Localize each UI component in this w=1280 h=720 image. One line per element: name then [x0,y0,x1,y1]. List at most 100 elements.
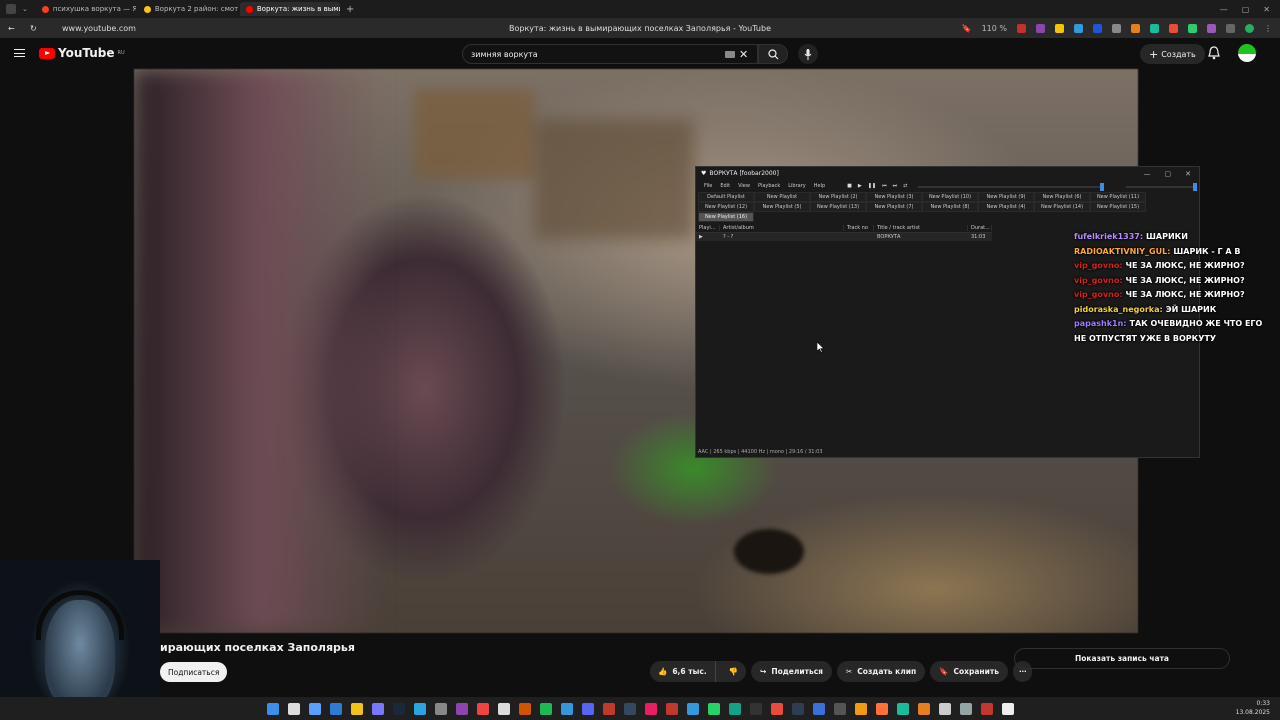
voice-search-button[interactable] [798,44,818,64]
app-icon[interactable] [455,702,468,715]
extension-icon[interactable] [1169,23,1178,33]
maximize-icon[interactable]: ▢ [1242,5,1250,14]
browser-menu-icon[interactable] [6,4,16,14]
app-icon[interactable] [602,702,615,715]
playlist-tab[interactable]: New Playlist (9) [978,192,1034,202]
playlist-tab[interactable]: New Playlist (2) [810,192,866,202]
seek-handle[interactable] [1100,183,1104,191]
extension-icon[interactable] [1207,23,1216,33]
windows-start-icon[interactable] [266,702,279,715]
app-icon[interactable] [896,702,909,715]
random-icon[interactable]: ⇄ [903,183,907,189]
steam-icon[interactable] [392,702,405,715]
new-tab-button[interactable]: + [346,4,354,15]
widgets-icon[interactable] [329,702,342,715]
volume-handle[interactable] [1193,183,1197,191]
more-icon[interactable]: ⋮ [1264,24,1272,33]
minimize-icon[interactable]: — [1220,5,1228,14]
app-icon[interactable] [1001,702,1014,715]
app-icon[interactable] [917,702,930,715]
close-window-icon[interactable]: ✕ [1263,5,1270,14]
clip-button[interactable]: ✂ Создать клип [837,661,926,682]
zoom-level[interactable]: 110 % [982,24,1007,33]
app-icon[interactable] [938,702,951,715]
task-view-icon[interactable] [308,702,321,715]
foobar-menu-edit[interactable]: Edit [720,183,730,189]
show-chat-replay-button[interactable]: Показать запись чата [1014,648,1230,669]
app-icon[interactable] [812,702,825,715]
playlist-tab[interactable]: New Playlist (13) [810,202,866,212]
playlist-tab[interactable]: Default Playlist [698,192,754,202]
browser-tab[interactable]: Воркута: жизнь в выми [239,2,340,16]
playlist-tab[interactable]: New Playlist (7) [866,202,922,212]
discord-icon[interactable] [581,702,594,715]
app-icon[interactable] [434,702,447,715]
dislike-button[interactable]: 👎 [721,667,746,676]
spotify-icon[interactable] [539,702,552,715]
seek-bar[interactable] [918,183,1104,191]
search-icon[interactable] [287,702,300,715]
column-header[interactable]: Durat... [968,224,992,231]
app-icon[interactable] [518,702,531,715]
foobar-menu-playback[interactable]: Playback [758,183,780,189]
share-button[interactable]: ↪ Поделиться [751,661,832,682]
foobar-maximize-icon[interactable]: ▢ [1165,170,1172,178]
extension-icon[interactable] [1093,23,1102,33]
playlist-tab[interactable]: New Playlist (10) [922,192,978,202]
foobar-menu-help[interactable]: Help [814,183,825,189]
extension-icon[interactable] [1055,23,1064,33]
stop-icon[interactable]: ■ [847,183,852,189]
foobar-menu-library[interactable]: Library [788,183,805,189]
keyboard-icon[interactable] [725,50,735,58]
app-icon[interactable] [833,702,846,715]
volume-bar[interactable] [1126,183,1197,191]
app-icon[interactable] [980,702,993,715]
app-icon[interactable] [728,702,741,715]
pause-icon[interactable]: ❚❚ [868,183,876,189]
playlist-tab[interactable]: New Playlist (4) [978,202,1034,212]
foobar-minimize-icon[interactable]: — [1144,170,1151,178]
url-field[interactable]: www.youtube.com [62,24,136,33]
app-icon[interactable] [791,702,804,715]
extension-icon[interactable] [1112,23,1121,33]
extension-icon[interactable] [1036,23,1045,33]
guide-menu-icon[interactable] [14,49,25,57]
bookmark-icon[interactable]: 🔖 [962,24,972,33]
app-icon[interactable] [959,702,972,715]
extensions-icon[interactable] [1226,23,1235,33]
app-icon[interactable] [686,702,699,715]
app-icon[interactable] [854,702,867,715]
extension-icon[interactable] [1150,23,1159,33]
column-header[interactable]: Track no [844,224,874,231]
foobar-title-bar[interactable]: ♥ ВОРКУТА [foobar2000] — ▢ ✕ [696,167,1199,180]
app-icon[interactable] [371,702,384,715]
next-icon[interactable]: ⏭ [893,183,898,189]
play-icon[interactable]: ▶ [858,183,862,189]
youtube-logo[interactable]: YouTube RU [39,46,125,60]
like-button[interactable]: 👍 6,6 тыс. [650,661,716,682]
music-icon[interactable] [644,702,657,715]
save-button[interactable]: 🔖 Сохранить [930,661,1008,682]
column-header[interactable]: Playi... [696,224,720,231]
clear-search-icon[interactable]: ✕ [739,48,748,61]
create-button[interactable]: + Создать [1140,44,1205,64]
profile-icon[interactable] [1245,23,1254,33]
app-icon[interactable] [560,702,573,715]
back-icon[interactable]: ← [8,24,15,33]
column-header[interactable]: Artist/album [720,224,844,231]
foobar-menu-view[interactable]: View [738,183,750,189]
playlist-row[interactable]: ▶ ? - ? ВОРКУТА 31:03 [696,233,992,241]
tabs-dropdown-icon[interactable]: ⌄ [22,5,28,13]
subscribe-button[interactable]: Подписаться [160,662,228,682]
store-icon[interactable] [497,702,510,715]
file-explorer-icon[interactable] [350,702,363,715]
playlist-tab[interactable]: New Playlist (16) [698,212,754,222]
playlist-tab[interactable]: New Playlist (5) [754,202,810,212]
app-icon[interactable] [623,702,636,715]
whatsapp-icon[interactable] [707,702,720,715]
reload-icon[interactable]: ↻ [30,24,37,33]
playlist-tab[interactable]: New Playlist (15) [1090,202,1146,212]
column-header[interactable]: Title / track artist [874,224,968,231]
taskbar-clock[interactable]: 0:33 13.08.2025 [1236,699,1270,717]
playlist-tab[interactable]: New Playlist (6) [1034,192,1090,202]
